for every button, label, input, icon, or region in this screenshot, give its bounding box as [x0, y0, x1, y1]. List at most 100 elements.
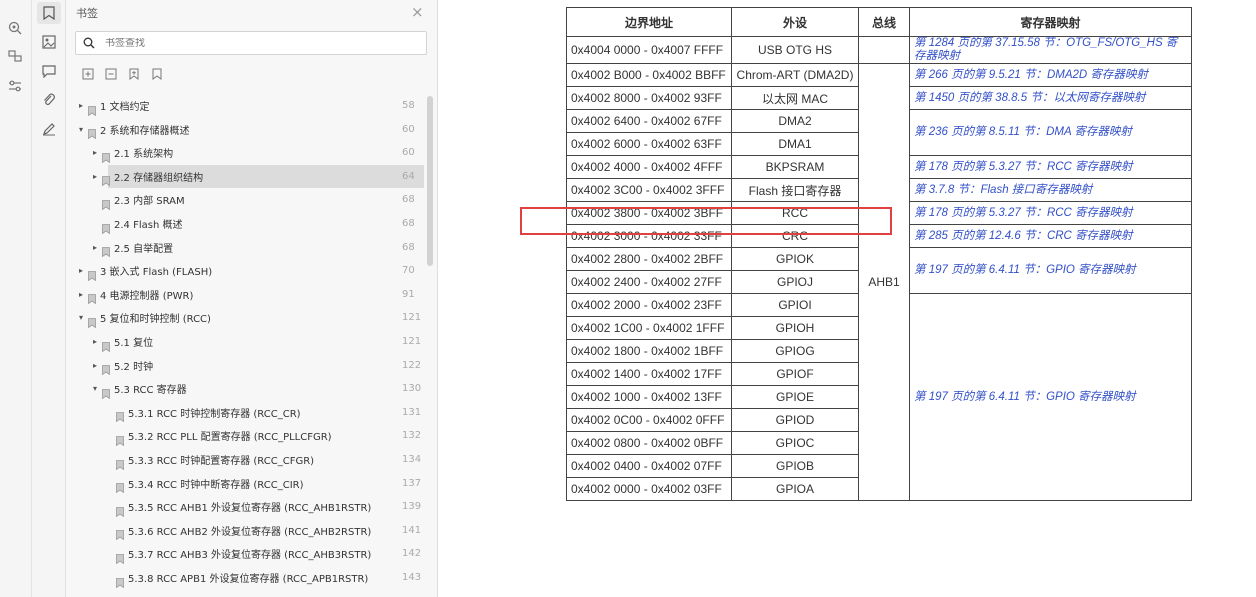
bookmark-scrollbar[interactable]: [427, 96, 433, 266]
bookmark-page-number: 143: [402, 572, 422, 583]
thumbnail-tab-icon[interactable]: [37, 31, 61, 53]
bookmark-label: 5.3.1 RCC 时钟控制寄存器 (RCC_CR): [128, 408, 301, 420]
address-cell: 0x4002 0C00 - 0x4002 0FFF: [566, 408, 732, 432]
bookmark-item[interactable]: 5.3.4 RCC 时钟中断寄存器 (RCC_CIR) 137: [66, 472, 426, 495]
bookmark-icon: [102, 219, 110, 234]
address-cell: 0x4002 6000 - 0x4002 63FF: [566, 132, 732, 156]
header-bus: 总线: [858, 7, 910, 37]
close-icon[interactable]: ×: [411, 3, 424, 21]
expand-arrow-icon[interactable]: ▸: [90, 337, 100, 346]
expand-arrow-icon[interactable]: ▸: [90, 361, 100, 370]
expand-arrow-icon[interactable]: ▸: [90, 243, 100, 252]
bookmark-item[interactable]: 5.3.6 RCC AHB2 外设复位寄存器 (RCC_AHB2RSTR) 141: [66, 519, 426, 542]
peripheral-cell: GPIOA: [731, 477, 859, 501]
bookmark-item[interactable]: ▾ 2 系统和存储器概述 60: [66, 118, 426, 141]
peripheral-cell: BKPSRAM: [731, 155, 859, 179]
bookmark-label: 2.4 Flash 概述: [114, 220, 183, 231]
register-map-link[interactable]: 第 178 页的第 5.3.27 节：RCC 寄存器映射: [909, 155, 1192, 179]
register-map-link[interactable]: 第 197 页的第 6.4.11 节：GPIO 寄存器映射: [909, 247, 1192, 294]
bookmark-page-number: 134: [402, 454, 422, 465]
collapse-arrow-icon[interactable]: ▾: [76, 125, 86, 134]
translate-icon[interactable]: [5, 46, 25, 66]
bookmark-label: 3 嵌入式 Flash (FLASH): [100, 267, 213, 279]
collapse-arrow-icon[interactable]: ▾: [76, 313, 86, 322]
bookmark-item[interactable]: 5.3.2 RCC PLL 配置寄存器 (RCC_PLLCFGR) 132: [66, 424, 426, 447]
signature-tab-icon[interactable]: [37, 118, 61, 140]
attachment-tab-icon[interactable]: [37, 89, 61, 111]
bookmark-item[interactable]: ▾ 5 复位和时钟控制 (RCC) 121: [66, 306, 426, 329]
bookmark-item[interactable]: ▸ 4 电源控制器 (PWR) 91: [66, 283, 426, 306]
bookmark-icon: [102, 195, 110, 211]
bookmark-page-number: 122: [402, 359, 422, 371]
bookmark-page-number: 139: [402, 501, 422, 513]
bookmark-page-number: 142: [402, 548, 422, 560]
bookmark-item[interactable]: 2.4 Flash 概述 68: [66, 212, 426, 235]
bookmark-search[interactable]: [75, 31, 427, 55]
bookmark-item[interactable]: ▸ 5.1 复位 121: [66, 330, 426, 353]
bookmark-item[interactable]: ▸ 5.2 时钟 122: [66, 354, 426, 377]
expand-all-icon[interactable]: [80, 66, 96, 82]
bookmark-label: 2.1 系统架构: [114, 149, 174, 161]
comment-tab-icon[interactable]: [37, 60, 61, 82]
address-cell: 0x4004 0000 - 0x4007 FFFF: [566, 36, 732, 64]
zoom-search-icon[interactable]: [5, 18, 25, 38]
register-map-link[interactable]: 第 197 页的第 6.4.11 节：GPIO 寄存器映射: [909, 293, 1192, 501]
expand-arrow-icon[interactable]: ▸: [76, 266, 86, 275]
collapse-arrow-icon[interactable]: ▾: [90, 384, 100, 393]
bookmark-item[interactable]: ▾ 5.3 RCC 寄存器 130: [66, 377, 426, 400]
peripheral-cell: GPIOD: [731, 408, 859, 432]
bookmark-item[interactable]: ▸ 2.2 存储器组织结构 64: [66, 164, 426, 188]
bookmark-icon: [102, 148, 110, 163]
bookmark-item[interactable]: 5.3.7 RCC AHB3 外设复位寄存器 (RCC_AHB3RSTR) 142: [66, 542, 426, 565]
highlight-rectangle: [520, 207, 892, 235]
bookmark-search-input[interactable]: [105, 37, 405, 49]
address-cell: 0x4002 0400 - 0x4002 07FF: [566, 454, 732, 478]
bookmark-icon: [102, 171, 110, 187]
register-map-link[interactable]: 第 1450 页的第 38.8.5 节：以太网寄存器映射: [909, 86, 1192, 110]
address-cell: 0x4002 1000 - 0x4002 13FF: [566, 385, 732, 409]
bookmark-icon[interactable]: [149, 66, 165, 82]
expand-arrow-icon[interactable]: ▸: [90, 172, 100, 181]
address-cell: 0x4002 0800 - 0x4002 0BFF: [566, 431, 732, 455]
bookmark-icon: [102, 384, 110, 399]
header-register-map: 寄存器映射: [909, 7, 1192, 37]
bookmark-page-number: 68: [402, 241, 415, 253]
register-map-link[interactable]: 第 178 页的第 5.3.27 节：RCC 寄存器映射: [909, 201, 1192, 225]
register-map-link[interactable]: 第 266 页的第 9.5.21 节：DMA2D 寄存器映射: [909, 63, 1192, 87]
peripheral-cell: GPIOH: [731, 316, 859, 340]
header-peripheral: 外设: [731, 7, 859, 37]
register-map-link[interactable]: 第 285 页的第 12.4.6 节：CRC 寄存器映射: [909, 224, 1192, 248]
bookmark-icon: [88, 101, 96, 116]
bookmark-item[interactable]: 5.3.3 RCC 时钟配置寄存器 (RCC_CFGR) 134: [66, 448, 426, 471]
bookmark-item[interactable]: ▸ 3 嵌入式 Flash (FLASH) 70: [66, 259, 426, 282]
pdf-reader-window: 书签 × ▸ 1 文档约定 58 ▾ 2 系统和存储器概述 60 ▸ 2.1 系统架构 60 ▸ 2…: [0, 0, 1256, 597]
peripheral-cell: Chrom-ART (DMA2D): [731, 63, 859, 87]
collapse-all-icon[interactable]: [103, 66, 119, 82]
bookmark-item[interactable]: ▸ 2.1 系统架构 60: [66, 141, 426, 164]
add-bookmark-icon[interactable]: [126, 66, 142, 82]
bookmark-page-number: 60: [402, 147, 415, 159]
bookmark-label: 5.3.8 RCC APB1 外设复位寄存器 (RCC_APB1RSTR): [128, 574, 369, 585]
panel-title: 书签: [76, 7, 98, 20]
address-cell: 0x4002 0000 - 0x4002 03FF: [566, 477, 732, 501]
bookmark-item[interactable]: 5.3.1 RCC 时钟控制寄存器 (RCC_CR) 131: [66, 401, 426, 424]
bookmark-item[interactable]: ▸ 1 文档约定 58: [66, 94, 426, 117]
register-map-link[interactable]: 第 1284 页的第 37.15.58 节：OTG_FS/OTG_HS 寄存器映…: [909, 36, 1192, 64]
register-map-link[interactable]: 第 3.7.8 节：Flash 接口寄存器映射: [909, 178, 1192, 202]
bookmark-item[interactable]: ▸ 2.5 自举配置 68: [66, 236, 426, 259]
bookmark-page-number: 130: [402, 383, 422, 395]
bookmark-tab-icon[interactable]: [37, 2, 61, 24]
bookmark-item[interactable]: 5.3.5 RCC AHB1 外设复位寄存器 (RCC_AHB1RSTR) 139: [66, 495, 426, 518]
bookmark-item[interactable]: 2.3 内部 SRAM 68: [66, 188, 426, 211]
address-cell: 0x4002 6400 - 0x4002 67FF: [566, 109, 732, 133]
bookmark-page-number: 131: [402, 406, 422, 418]
header-boundary-address: 边界地址: [566, 7, 732, 37]
expand-arrow-icon[interactable]: ▸: [76, 290, 86, 299]
bookmark-item[interactable]: 5.3.8 RCC APB1 外设复位寄存器 (RCC_APB1RSTR) 143: [66, 566, 426, 589]
register-map-link[interactable]: 第 236 页的第 8.5.11 节：DMA 寄存器映射: [909, 109, 1192, 156]
expand-arrow-icon[interactable]: ▸: [76, 101, 86, 110]
bookmark-label: 5.3.6 RCC AHB2 外设复位寄存器 (RCC_AHB2RSTR): [128, 526, 372, 538]
expand-arrow-icon[interactable]: ▸: [90, 148, 100, 157]
settings-sliders-icon[interactable]: [5, 76, 25, 96]
bookmark-page-number: 121: [402, 312, 422, 324]
